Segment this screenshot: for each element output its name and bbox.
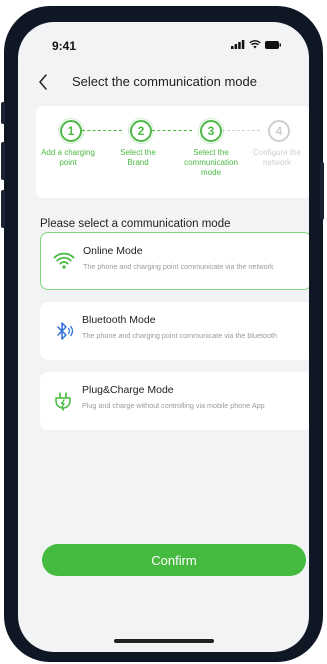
screen: 9:41 Select the communication mode 1 Add… bbox=[18, 22, 309, 652]
cellular-signal-icon bbox=[231, 40, 245, 49]
step-3-label: Select the communication mode bbox=[184, 148, 238, 177]
wifi-icon bbox=[53, 252, 75, 269]
back-arrow-icon[interactable] bbox=[38, 73, 48, 91]
mode-title: Bluetooth Mode bbox=[82, 314, 156, 326]
step-connector-3 bbox=[222, 130, 260, 131]
step-connector-1 bbox=[82, 130, 122, 131]
nav-bar: Select the communication mode bbox=[18, 70, 309, 96]
plug-charge-icon bbox=[55, 392, 71, 411]
phone-frame: 9:41 Select the communication mode 1 Add… bbox=[1, 6, 324, 662]
bluetooth-icon bbox=[57, 322, 74, 340]
mode-title: Plug&Charge Mode bbox=[82, 384, 174, 396]
home-indicator bbox=[114, 639, 214, 643]
volume-up-button bbox=[1, 142, 5, 180]
step-4-circle: 4 bbox=[268, 120, 290, 142]
mode-description: Plug and charge without controlling via … bbox=[82, 401, 265, 410]
mode-option-online[interactable]: Online Mode The phone and charging point… bbox=[40, 232, 309, 290]
mode-option-plug-charge[interactable]: Plug&Charge Mode Plug and charge without… bbox=[40, 372, 309, 430]
confirm-button[interactable]: Confirm bbox=[42, 544, 306, 576]
mode-title: Online Mode bbox=[83, 245, 143, 257]
section-title: Please select a communication mode bbox=[40, 218, 231, 230]
step-connector-2 bbox=[152, 130, 192, 131]
step-2-label: Select the Brand bbox=[120, 148, 156, 167]
step-3-circle: 3 bbox=[198, 118, 224, 144]
step-2-circle: 2 bbox=[128, 118, 154, 144]
step-4-label: Configure the network bbox=[252, 148, 302, 167]
status-bar: 9:41 bbox=[18, 22, 309, 62]
status-time: 9:41 bbox=[52, 39, 77, 53]
step-1-label: Add a charging point bbox=[41, 148, 95, 167]
volume-down-button bbox=[1, 190, 5, 228]
battery-icon bbox=[265, 40, 281, 49]
progress-stepper: 1 Add a charging point 2 Select the Bran… bbox=[36, 106, 309, 198]
step-1-circle: 1 bbox=[58, 118, 84, 144]
wifi-status-icon bbox=[249, 40, 261, 49]
power-button bbox=[320, 162, 324, 220]
mode-description: The phone and charging point communicate… bbox=[83, 262, 274, 271]
mode-option-bluetooth[interactable]: Bluetooth Mode The phone and charging po… bbox=[40, 302, 309, 360]
silent-switch bbox=[1, 102, 5, 124]
page-title: Select the communication mode bbox=[72, 74, 257, 89]
status-icons bbox=[231, 40, 281, 49]
mode-description: The phone and charging point communicate… bbox=[82, 331, 277, 340]
